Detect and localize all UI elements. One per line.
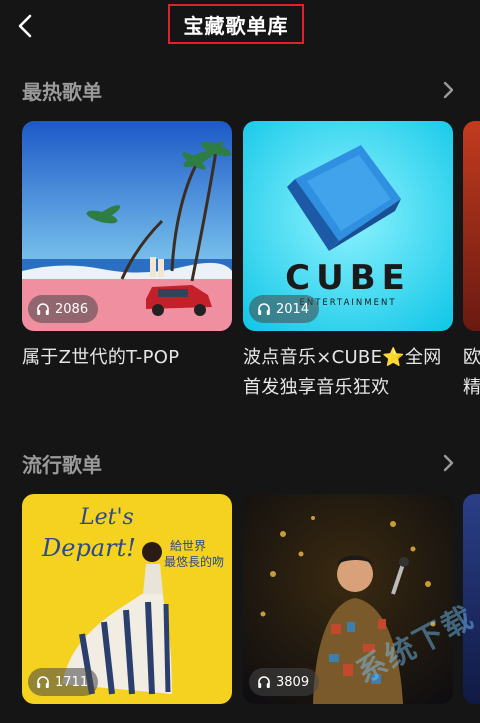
play-count-badge: 1711 [28,668,99,696]
section-title: 最热歌单 [22,80,102,104]
play-count-badge: 2086 [28,295,99,323]
section-more-button[interactable] [438,80,458,100]
playlist-card-peek[interactable] [463,121,480,331]
playlist-title-peek-text: 欧精 [463,347,480,398]
headphones-icon [37,303,49,315]
section-header-hot: 最热歌单 [0,72,480,106]
cover-text: Let's [79,505,134,530]
section-title: 流行歌单 [22,453,102,477]
cover-text: 最悠長的吻 [164,554,224,569]
headphones-icon [258,676,270,688]
chevron-left-icon [18,14,32,38]
top-bar: 宝藏歌单库 [0,0,480,54]
playlist-card-peek[interactable] [463,494,480,704]
page-title: 宝藏歌单库 [168,4,304,44]
play-count: 1711 [55,674,89,690]
section-more-button[interactable] [438,453,458,473]
play-count: 3809 [276,674,310,690]
playlist-title: 波点音乐×CUBE⭐全网首发独享音乐狂欢 [243,347,442,398]
play-count: 2014 [276,301,310,317]
chevron-right-icon [443,81,454,99]
cover-text: Depart! [41,534,136,562]
play-count: 2086 [55,301,89,317]
back-button[interactable] [14,12,40,40]
cover-text: 給世界 [170,539,206,553]
cube-logo-text: CUBE [285,258,411,298]
headphones-icon [258,303,270,315]
playlist-title: 属于Z世代的T-POP [22,347,180,368]
headphones-icon [37,676,49,688]
play-count-badge: 3809 [249,668,320,696]
play-count-badge: 2014 [249,295,320,323]
section-header-pop: 流行歌单 [0,445,480,479]
playlist-title-peek: 欧精 [463,343,480,403]
chevron-right-icon [443,454,454,472]
